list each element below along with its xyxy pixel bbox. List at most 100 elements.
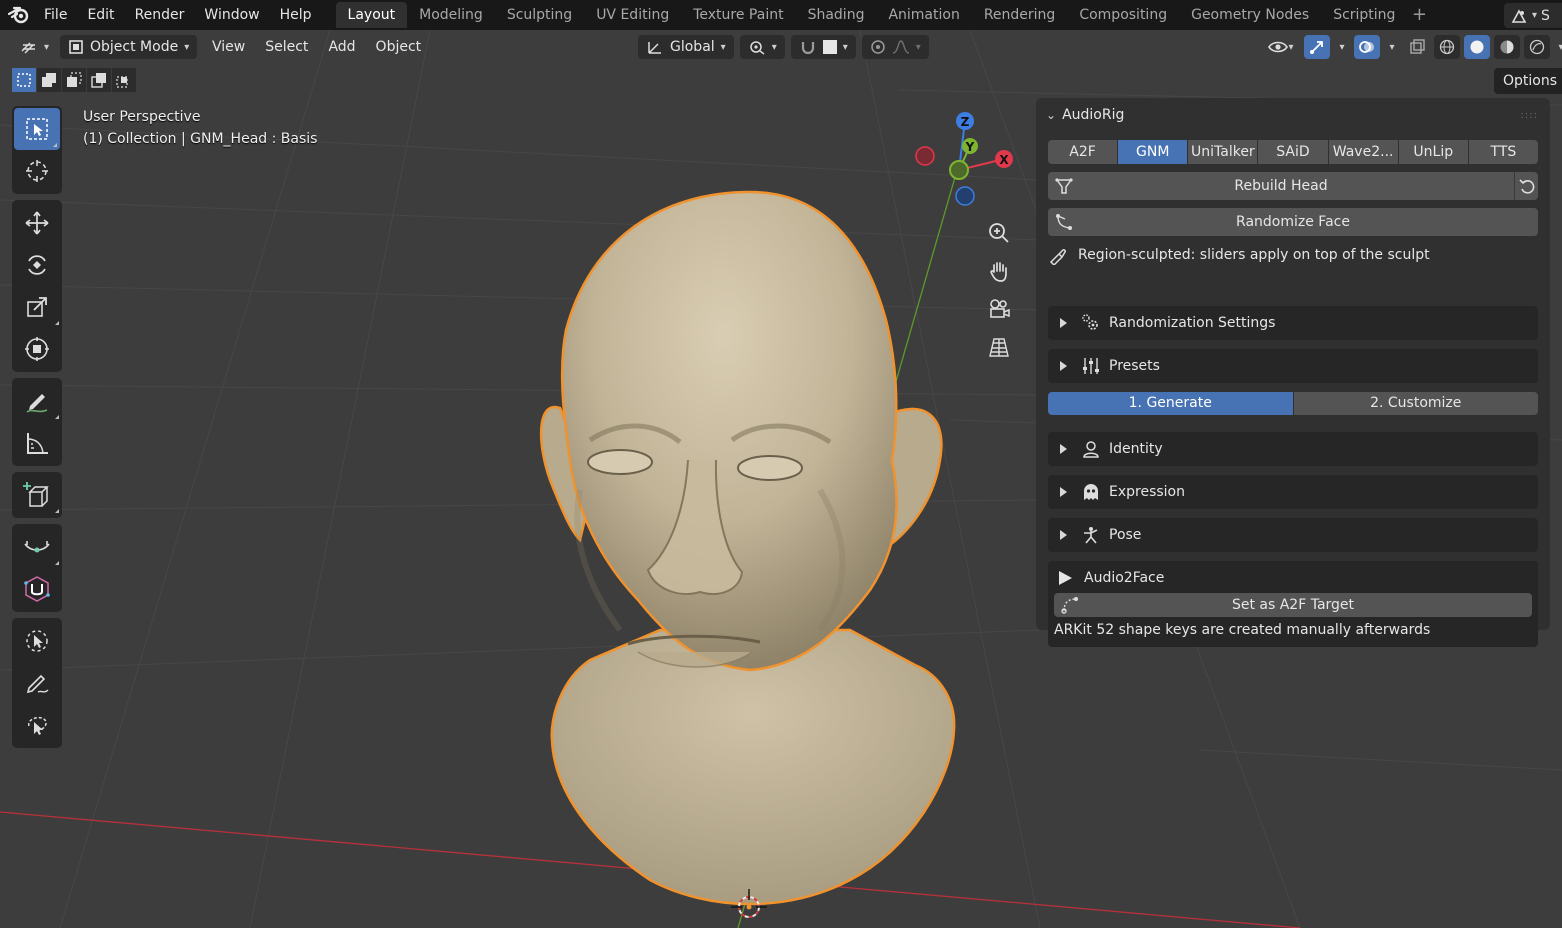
overlays-toggle[interactable] bbox=[1354, 35, 1380, 59]
viewport-menus: View Select Add Object bbox=[202, 35, 431, 59]
menu-window[interactable]: Window bbox=[194, 0, 269, 30]
options-button[interactable]: Options bbox=[1494, 68, 1562, 94]
randomize-face-button[interactable]: Randomize Face bbox=[1048, 208, 1538, 236]
tab-geometry-nodes[interactable]: Geometry Nodes bbox=[1179, 2, 1321, 28]
pose-panel[interactable]: Pose bbox=[1048, 518, 1538, 552]
negative-y-axis-icon[interactable] bbox=[949, 160, 969, 180]
tab-shading[interactable]: Shading bbox=[796, 2, 877, 28]
overlays-dropdown[interactable]: ▾ bbox=[1384, 35, 1400, 59]
tab-unlip[interactable]: UnLip bbox=[1398, 140, 1468, 164]
gizmos-toggle[interactable] bbox=[1304, 35, 1330, 59]
rendered-shading-icon bbox=[1529, 39, 1545, 55]
shading-material[interactable] bbox=[1494, 35, 1520, 59]
proportional-editing[interactable]: ▾ bbox=[861, 35, 929, 59]
scene-selector[interactable]: ▾ S bbox=[1504, 3, 1562, 28]
rebuild-head-button[interactable]: Rebuild Head bbox=[1048, 172, 1514, 200]
select-box-tool[interactable] bbox=[14, 108, 60, 150]
mode-selector[interactable]: Object Mode ▾ bbox=[60, 35, 198, 59]
expression-panel[interactable]: Expression bbox=[1048, 475, 1538, 509]
camera-view-button[interactable] bbox=[982, 290, 1016, 328]
menu-help[interactable]: Help bbox=[270, 0, 322, 30]
blender-logo-icon[interactable] bbox=[4, 0, 34, 30]
cursor-tool[interactable] bbox=[12, 150, 62, 192]
rotate-tool[interactable] bbox=[12, 244, 62, 286]
pivot-selector[interactable]: ▾ bbox=[739, 35, 785, 59]
panel-header[interactable]: ⌄ AudioRig bbox=[1046, 104, 1124, 126]
select-box-icon bbox=[26, 118, 48, 140]
menu-object[interactable]: Object bbox=[366, 35, 432, 59]
tab-animation[interactable]: Animation bbox=[876, 2, 971, 28]
chevron-down-icon: ⌄ bbox=[1046, 108, 1057, 122]
tab-modeling[interactable]: Modeling bbox=[407, 2, 495, 28]
identity-panel[interactable]: Identity bbox=[1048, 432, 1538, 466]
gizmos-dropdown[interactable]: ▾ bbox=[1334, 35, 1350, 59]
menu-view[interactable]: View bbox=[202, 35, 255, 59]
tab-uv-editing[interactable]: UV Editing bbox=[584, 2, 681, 28]
add-cube-tool[interactable] bbox=[12, 474, 62, 516]
ortho-toggle-button[interactable] bbox=[982, 328, 1016, 366]
move-tool[interactable] bbox=[12, 202, 62, 244]
measure-tool[interactable] bbox=[12, 422, 62, 464]
3d-viewport[interactable]: ▾ Object Mode ▾ View Select Add Object G… bbox=[0, 30, 1562, 928]
audio2face-header[interactable]: Audio2Face bbox=[1056, 567, 1164, 589]
menu-edit[interactable]: Edit bbox=[77, 0, 124, 30]
tab-wave2[interactable]: Wave2... bbox=[1328, 140, 1398, 164]
tab-rendering[interactable]: Rendering bbox=[972, 2, 1068, 28]
xray-toggle[interactable] bbox=[1404, 35, 1430, 59]
orientation-selector[interactable]: Global ▾ bbox=[638, 35, 734, 59]
shading-solid[interactable] bbox=[1464, 35, 1490, 59]
shading-dropdown[interactable]: ▾ bbox=[1554, 35, 1562, 59]
collection-info: (1) Collection | GNM_Head : Basis bbox=[83, 131, 318, 147]
tab-said[interactable]: SAiD bbox=[1258, 140, 1328, 164]
edge-slide-tool[interactable] bbox=[12, 526, 62, 568]
user-icon bbox=[1083, 441, 1099, 458]
pan-button[interactable] bbox=[982, 252, 1016, 290]
select-extend-button[interactable] bbox=[37, 68, 61, 92]
expression-label: Expression bbox=[1109, 484, 1185, 500]
shading-wireframe[interactable] bbox=[1434, 35, 1460, 59]
tab-customize[interactable]: 2. Customize bbox=[1293, 392, 1538, 415]
tab-gnm[interactable]: GNM bbox=[1118, 140, 1188, 164]
tab-scripting[interactable]: Scripting bbox=[1321, 2, 1407, 28]
tab-tts[interactable]: TTS bbox=[1468, 140, 1538, 164]
editor-type-button[interactable]: ▾ bbox=[12, 35, 57, 59]
tab-layout[interactable]: Layout bbox=[335, 2, 408, 28]
tab-generate[interactable]: 1. Generate bbox=[1048, 392, 1293, 415]
tab-unitalker[interactable]: UniTalker bbox=[1188, 140, 1258, 164]
menu-render[interactable]: Render bbox=[125, 0, 195, 30]
drag-grip-icon[interactable]: :::: bbox=[1521, 110, 1538, 121]
select-new-button[interactable] bbox=[12, 68, 36, 92]
randomization-settings-panel[interactable]: Randomization Settings bbox=[1048, 306, 1538, 340]
tab-sculpting[interactable]: Sculpting bbox=[495, 2, 584, 28]
lasso-select-tool[interactable] bbox=[12, 704, 62, 746]
negative-z-axis-icon[interactable] bbox=[955, 186, 975, 206]
expand-arrow-icon bbox=[1060, 444, 1067, 454]
menu-file[interactable]: File bbox=[34, 0, 77, 30]
shading-rendered[interactable] bbox=[1524, 35, 1550, 59]
annotate-tool[interactable] bbox=[12, 380, 62, 422]
select-intersect-button[interactable] bbox=[112, 68, 136, 92]
uv-tool[interactable] bbox=[12, 568, 62, 610]
draw-tool[interactable] bbox=[12, 662, 62, 704]
set-a2f-target-button[interactable]: Set as A2F Target bbox=[1054, 593, 1532, 617]
transform-tool[interactable] bbox=[12, 328, 62, 370]
negative-x-axis-icon[interactable] bbox=[915, 146, 935, 166]
add-workspace-icon[interactable]: + bbox=[1407, 2, 1431, 28]
zoom-button[interactable] bbox=[982, 214, 1016, 252]
undo-icon bbox=[1518, 179, 1534, 194]
select-subtract-button[interactable] bbox=[62, 68, 86, 92]
tweak-tool[interactable] bbox=[12, 620, 62, 662]
reset-button[interactable] bbox=[1514, 172, 1538, 200]
menu-add[interactable]: Add bbox=[318, 35, 365, 59]
snap-controls[interactable]: ▾ bbox=[790, 35, 856, 59]
scale-tool[interactable] bbox=[12, 286, 62, 328]
presets-panel[interactable]: Presets bbox=[1048, 349, 1538, 383]
tab-compositing[interactable]: Compositing bbox=[1067, 2, 1179, 28]
tab-texture-paint[interactable]: Texture Paint bbox=[681, 2, 795, 28]
head-mesh[interactable] bbox=[520, 160, 980, 920]
mesh-icon bbox=[1054, 176, 1074, 196]
visibility-selector[interactable]: ▾ bbox=[1262, 35, 1300, 59]
tab-a2f[interactable]: A2F bbox=[1048, 140, 1118, 164]
menu-select[interactable]: Select bbox=[255, 35, 318, 59]
select-invert-button[interactable] bbox=[87, 68, 111, 92]
